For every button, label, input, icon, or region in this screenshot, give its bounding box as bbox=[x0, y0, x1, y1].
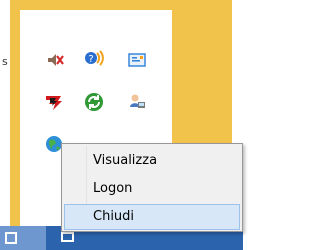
menu-item-logon[interactable]: Logon bbox=[64, 176, 240, 202]
app-red-icon[interactable] bbox=[44, 92, 64, 112]
context-menu: Visualizza Logon Chiudi bbox=[61, 143, 243, 232]
menu-item-chiudi[interactable]: Chiudi bbox=[64, 204, 240, 230]
wifi-signal-icon[interactable]: ? bbox=[84, 48, 104, 68]
menu-item-label: Chiudi bbox=[93, 209, 135, 224]
window-icon bbox=[5, 232, 17, 244]
menu-item-label: Visualizza bbox=[93, 153, 158, 168]
message-icon[interactable] bbox=[127, 50, 147, 70]
taskbar-active-button[interactable] bbox=[0, 226, 46, 250]
svg-text:?: ? bbox=[88, 54, 93, 65]
menu-item-label: Logon bbox=[93, 181, 133, 196]
sync-icon[interactable] bbox=[84, 92, 104, 112]
monitor-icon bbox=[61, 232, 74, 242]
speaker-muted-icon[interactable] bbox=[45, 50, 65, 70]
background-text-fragment: s bbox=[2, 55, 8, 68]
menu-item-visualizza[interactable]: Visualizza bbox=[64, 148, 240, 174]
network-users-icon[interactable] bbox=[127, 92, 147, 112]
